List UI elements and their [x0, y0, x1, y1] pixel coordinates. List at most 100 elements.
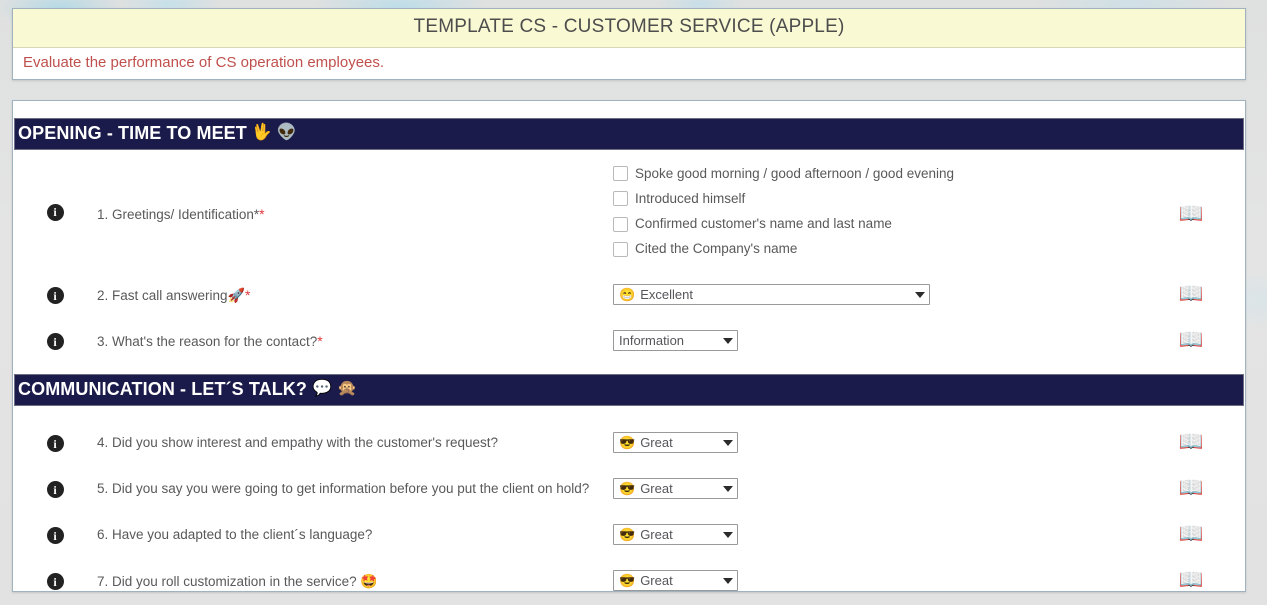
question-2-info-cell: i — [13, 284, 97, 305]
chevron-down-icon[interactable] — [723, 485, 733, 492]
star-struck-face-icon: 🤩 — [360, 573, 378, 590]
select-empathy-rating[interactable]: 😎 Great — [613, 432, 738, 454]
question-1-required-mark: * — [259, 205, 265, 222]
book-icon[interactable]: 📖 — [1179, 204, 1204, 224]
question-1-help-cell: 📖 — [1137, 166, 1245, 224]
question-7-label: 7. Did you roll customization in the ser… — [97, 570, 613, 591]
question-3-text: 3. What's the reason for the contact? — [97, 334, 318, 350]
question-4-control: 😎 Great — [613, 432, 1137, 454]
section-title-communication: COMMUNICATION - LET´S TALK? — [18, 379, 307, 400]
question-6-control: 😎 Great — [613, 524, 1137, 546]
select-value: Great — [640, 573, 673, 589]
question-7-help-cell: 📖 — [1137, 570, 1245, 590]
question-3-label: 3. What's the reason for the contact?* — [97, 330, 613, 351]
question-4-label: 4. Did you show interest and empathy wit… — [97, 435, 499, 451]
speak-no-evil-monkey-icon: 🙊 — [337, 380, 358, 398]
info-icon[interactable]: i — [46, 527, 64, 545]
question-5-label: 5. Did you say you were going to get inf… — [97, 481, 590, 497]
chevron-down-icon[interactable] — [723, 337, 733, 344]
checkbox-box[interactable] — [613, 166, 628, 182]
evaluation-form-page: TEMPLATE CS - CUSTOMER SERVICE (APPLE) E… — [0, 0, 1267, 605]
question-5-info-cell: i — [13, 478, 97, 499]
question-2-control: 😁 Excellent — [613, 284, 1137, 306]
sunglasses-face-icon: 😎 — [619, 481, 636, 497]
question-6-label: 6. Have you adapted to the client´s lang… — [97, 527, 373, 543]
select-value: Information — [619, 333, 685, 349]
book-icon[interactable]: 📖 — [1179, 570, 1204, 590]
checkbox-option[interactable]: Confirmed customer's name and last name — [613, 216, 1137, 232]
question-row-4: i 4. Did you show interest and empathy w… — [13, 406, 1245, 454]
info-icon[interactable]: i — [46, 481, 64, 499]
question-row-2: i 2. Fast call answering🚀* 😁 Excellent 📖 — [13, 257, 1245, 306]
question-7-control: 😎 Great — [613, 570, 1137, 592]
question-3-required-mark: * — [317, 333, 323, 350]
question-5-control: 😎 Great — [613, 478, 1137, 500]
section-header-communication: COMMUNICATION - LET´S TALK? 💬 🙊 — [14, 374, 1244, 407]
checkbox-label: Confirmed customer's name and last name — [635, 215, 892, 231]
book-icon[interactable]: 📖 — [1179, 524, 1204, 544]
select-contact-reason[interactable]: Information — [613, 330, 738, 352]
question-1-control: Spoke good morning / good afternoon / go… — [613, 166, 1137, 258]
card-top-spacer — [13, 100, 1245, 118]
question-row-5: i 5. Did you say you were going to get i… — [13, 453, 1245, 500]
checkbox-option[interactable]: Cited the Company's name — [613, 241, 1137, 257]
question-row-3: i 3. What's the reason for the contact?*… — [13, 305, 1245, 352]
question-4-help-cell: 📖 — [1137, 432, 1245, 452]
info-icon[interactable]: i — [46, 333, 64, 351]
question-5-help-cell: 📖 — [1137, 478, 1245, 498]
select-customization-rating[interactable]: 😎 Great — [613, 570, 738, 592]
checkbox-box[interactable] — [613, 241, 628, 257]
book-icon[interactable]: 📖 — [1179, 284, 1204, 304]
chevron-down-icon[interactable] — [915, 291, 925, 298]
question-row-6: i 6. Have you adapted to the client´s la… — [13, 499, 1245, 546]
book-icon[interactable]: 📖 — [1179, 478, 1204, 498]
chevron-down-icon[interactable] — [723, 531, 733, 538]
select-value: Great — [640, 435, 673, 451]
select-value: Great — [640, 527, 673, 543]
question-6-info-cell: i — [13, 524, 97, 545]
grinning-face-icon: 😁 — [619, 287, 636, 303]
question-2-help-cell: 📖 — [1137, 284, 1245, 304]
sunglasses-face-icon: 😎 — [619, 527, 636, 543]
speech-balloon-icon: 💬 — [312, 380, 333, 398]
question-7-info-cell: i — [13, 570, 97, 591]
select-fast-call-answering[interactable]: 😁 Excellent — [613, 284, 930, 306]
question-2-required-mark: * — [245, 287, 251, 304]
vulcan-salute-icon: 🖖 — [251, 124, 272, 142]
alien-icon: 👽 — [276, 124, 297, 142]
info-icon[interactable]: i — [46, 435, 64, 453]
checkbox-box[interactable] — [613, 191, 628, 207]
chevron-down-icon[interactable] — [723, 577, 733, 584]
checkbox-option[interactable]: Spoke good morning / good afternoon / go… — [613, 166, 1137, 182]
question-4-info-cell: i — [13, 432, 97, 453]
book-icon[interactable]: 📖 — [1179, 432, 1204, 452]
checkbox-label: Introduced himself — [635, 190, 746, 206]
question-row-1: i 1. Greetings/ Identification** Spoke g… — [13, 149, 1245, 258]
question-1-text: 1. Greetings/ Identification* — [97, 206, 260, 222]
checkbox-option[interactable]: Introduced himself — [613, 191, 1137, 207]
select-value: Excellent — [640, 287, 693, 303]
rocket-icon: 🚀 — [227, 287, 245, 304]
info-icon[interactable]: i — [46, 203, 64, 221]
checkbox-group-greetings: Spoke good morning / good afternoon / go… — [613, 166, 1137, 258]
question-3-control: Information — [613, 330, 1137, 352]
select-hold-notice-rating[interactable]: 😎 Great — [613, 478, 738, 500]
book-icon[interactable]: 📖 — [1179, 330, 1204, 350]
question-1-label: 1. Greetings/ Identification** — [97, 166, 613, 224]
question-7-text: 7. Did you roll customization in the ser… — [97, 574, 357, 590]
checkbox-label: Cited the Company's name — [635, 241, 798, 257]
question-3-help-cell: 📖 — [1137, 330, 1245, 350]
chevron-down-icon[interactable] — [723, 439, 733, 446]
section-title-opening: OPENING - TIME TO MEET — [18, 122, 247, 143]
select-language-adaptation-rating[interactable]: 😎 Great — [613, 524, 738, 546]
question-row-7: i 7. Did you roll customization in the s… — [13, 545, 1245, 592]
question-2-label: 2. Fast call answering🚀* — [97, 284, 613, 305]
sunglasses-face-icon: 😎 — [619, 435, 636, 451]
sunglasses-face-icon: 😎 — [619, 573, 636, 589]
checkbox-box[interactable] — [613, 216, 628, 232]
info-icon[interactable]: i — [46, 287, 64, 305]
info-icon[interactable]: i — [46, 573, 64, 591]
section-header-opening: OPENING - TIME TO MEET 🖖 👽 — [14, 117, 1244, 150]
question-6-help-cell: 📖 — [1137, 524, 1245, 544]
question-2-text: 2. Fast call answering — [97, 288, 228, 304]
